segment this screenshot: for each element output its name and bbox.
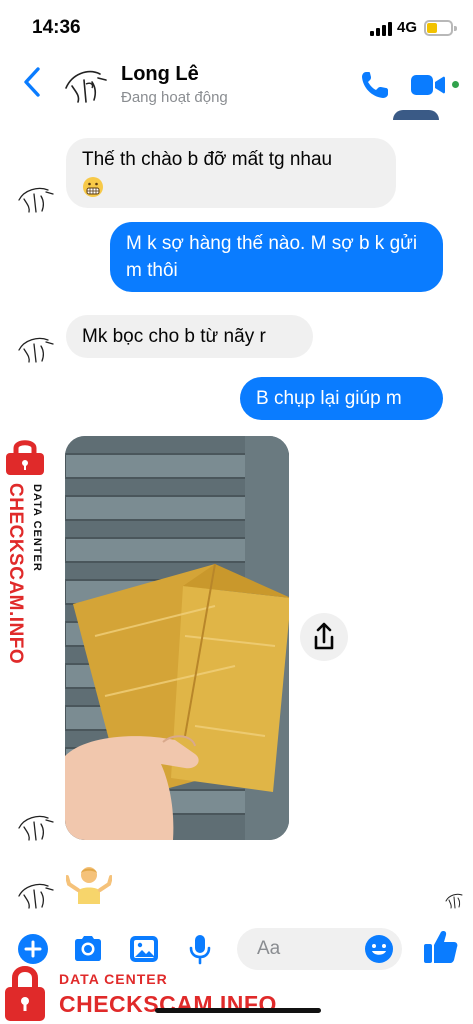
contact-avatar-small [18, 815, 54, 841]
watermark-brand-text: CHECKSCAM.INFO [5, 483, 26, 665]
package-photo [65, 436, 289, 840]
watermark-brand: CHECKSCAM.INFO [59, 991, 277, 1017]
camera-icon[interactable] [71, 932, 105, 966]
gallery-icon[interactable] [127, 932, 161, 966]
chat-header: Long Lê Đang hoạt động [0, 56, 473, 116]
like-icon[interactable] [421, 928, 459, 966]
video-camera-icon[interactable] [410, 70, 446, 100]
message-outgoing[interactable]: B chụp lại giúp m [240, 377, 443, 420]
avatar [393, 110, 439, 120]
chevron-left-icon[interactable] [20, 64, 46, 100]
message-input[interactable]: Aa [237, 928, 402, 970]
contact-name[interactable]: Long Lê [121, 63, 199, 86]
watermark-label: DATA CENTER [31, 484, 45, 584]
home-indicator[interactable] [155, 1008, 321, 1013]
photo-attachment[interactable] [65, 436, 289, 840]
message-text: Mk bọc cho b từ nãy r [82, 326, 266, 347]
message-outgoing[interactable]: M k sợ hàng thế nào. M sợ b k gửi m thôi [110, 222, 443, 292]
lock-icon [6, 440, 44, 475]
person-shrugging-icon[interactable] [66, 864, 112, 904]
active-status: Đang hoạt động [121, 89, 228, 106]
seen-avatar [445, 893, 463, 909]
message-text: B chụp lại giúp m [256, 388, 402, 409]
status-bar: 14:36 4G [0, 0, 473, 56]
message-incoming[interactable]: Thế th chào b đỡ mất tg nhau [66, 138, 396, 208]
watermark-label-text: DATA CENTER [31, 484, 43, 572]
share-button[interactable] [300, 613, 348, 661]
message-text: Thế th chào b đỡ mất tg nhau [82, 149, 333, 170]
message-input-placeholder: Aa [257, 938, 281, 959]
network-type: 4G [397, 19, 418, 36]
contact-avatar[interactable] [62, 66, 110, 106]
add-icon[interactable] [16, 932, 50, 966]
contact-avatar-small [18, 337, 54, 363]
status-time: 14:36 [32, 17, 81, 38]
lock-icon [5, 966, 45, 1021]
emoji-icon[interactable] [363, 933, 395, 965]
message-incoming[interactable]: Mk bọc cho b từ nãy r [66, 315, 313, 358]
watermark-label: DATA CENTER [59, 971, 168, 987]
signal-icon [370, 22, 392, 36]
message-text: M k sợ hàng thế nào. M sợ b k gửi m thôi [126, 233, 418, 281]
phone-icon[interactable] [358, 68, 392, 102]
grimacing-face-icon [83, 176, 103, 197]
online-indicator [450, 79, 461, 90]
battery-icon [424, 20, 457, 36]
watermark-brand: CHECKSCAM.INFO [2, 483, 28, 665]
contact-avatar-small [18, 883, 54, 909]
contact-avatar-small [18, 187, 54, 213]
microphone-icon[interactable] [183, 932, 217, 966]
battery-level [427, 23, 437, 33]
share-icon [314, 622, 334, 650]
